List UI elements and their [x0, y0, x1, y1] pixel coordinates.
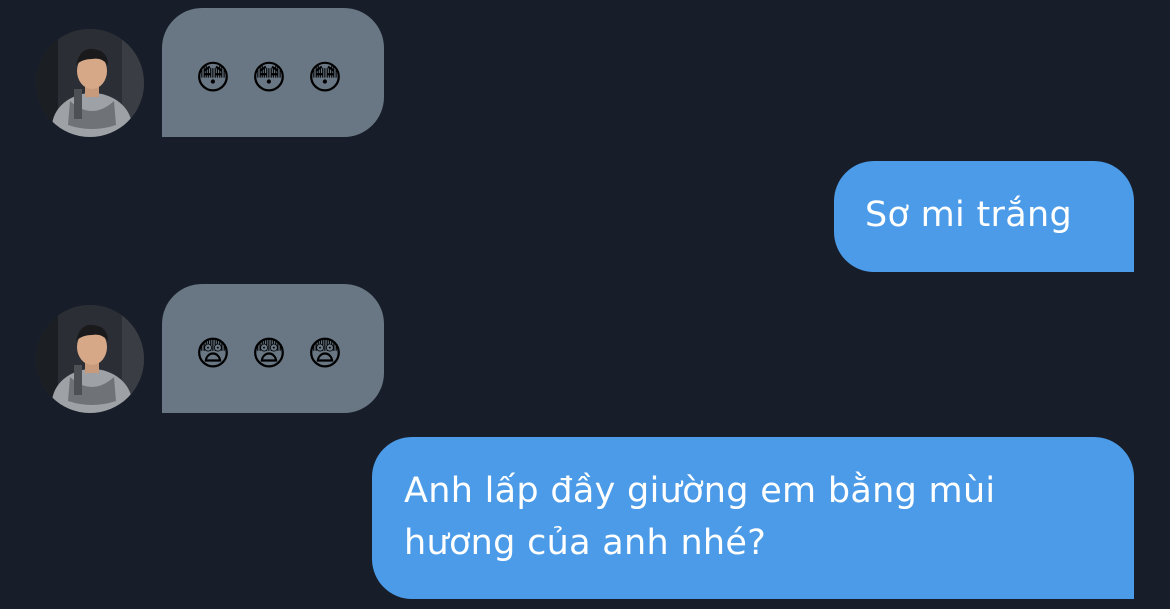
- outgoing-message-bubble[interactable]: Anh lấp đầy giường em bằng mùi hương của…: [372, 437, 1134, 599]
- outgoing-message-bubble[interactable]: Sơ mi trắng: [834, 161, 1134, 272]
- incoming-message-bubble[interactable]: 😳 😳 😳: [162, 8, 384, 137]
- flushed-face-emoji: 😳: [251, 58, 287, 98]
- message-text-line: hương của anh nhé?: [404, 523, 767, 563]
- incoming-message-bubble[interactable]: 😨 😨 😨: [162, 284, 384, 413]
- flushed-face-emoji: 😳: [307, 58, 343, 98]
- emoji-reaction-row: 😳 😳 😳: [193, 58, 345, 98]
- emoji-reaction-row: 😨 😨 😨: [193, 334, 345, 374]
- contact-avatar[interactable]: [36, 305, 144, 413]
- fearful-face-emoji: 😨: [307, 334, 343, 374]
- message-text-line: Anh lấp đầy giường em bằng mùi: [404, 471, 996, 511]
- contact-avatar[interactable]: [36, 29, 144, 137]
- flushed-face-emoji: 😳: [195, 58, 231, 98]
- message-text: Sơ mi trắng: [865, 195, 1072, 235]
- chat-thread: 😳 😳 😳 Sơ mi trắng 😨 😨 😨 Anh lấp đầy giườ…: [0, 0, 1170, 609]
- avatar-photo-icon: [36, 29, 144, 137]
- avatar-photo-icon: [36, 305, 144, 413]
- fearful-face-emoji: 😨: [251, 334, 287, 374]
- fearful-face-emoji: 😨: [195, 334, 231, 374]
